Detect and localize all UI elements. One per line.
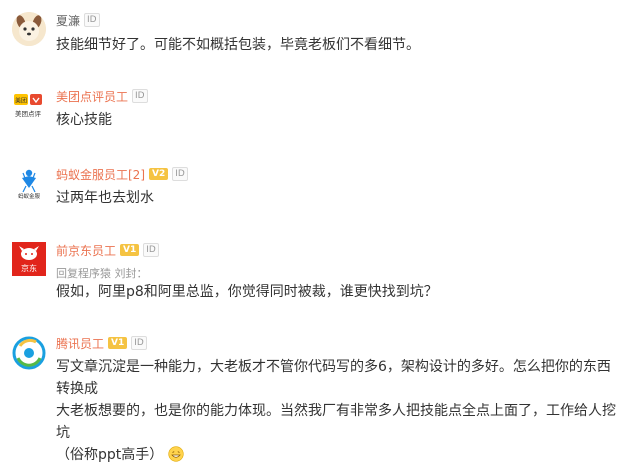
comment-text: 过两年也去划水 xyxy=(56,190,154,206)
comment-item: 美团 美团点评 美团点评员工 ID 核心技能 xyxy=(0,82,640,152)
comment-text-line: 写文章沉淀是一种能力，大老板才不管你代码写的多6，架构设计的多好。怎么把你的东西… xyxy=(56,359,611,397)
username[interactable]: 蚂蚁金服员工[2] xyxy=(56,166,145,183)
comment-text-line: （俗称ppt高手） xyxy=(56,444,622,466)
avatar[interactable]: 蚂蚁金服 xyxy=(12,166,46,200)
username[interactable]: 夏濂 xyxy=(56,12,80,29)
comment-text: 技能细节好了。可能不如概括包装，毕竟老板们不看细节。 xyxy=(56,37,420,53)
comment-item: 蚂蚁金服 蚂蚁金服员工[2] V2 ID 过两年也去划水 xyxy=(0,160,640,230)
svg-text:京东: 京东 xyxy=(21,263,37,273)
svg-text:蚂蚁金服: 蚂蚁金服 xyxy=(18,192,41,200)
id-badge[interactable]: ID xyxy=(84,13,100,27)
comment-item: 腾讯员工 V1 ID 写文章沉淀是一种能力，大老板才不管你代码写的多6，架构设计… xyxy=(0,330,640,463)
svg-text:美团: 美团 xyxy=(15,97,27,105)
ant-financial-logo-icon: 蚂蚁金服 xyxy=(18,169,41,200)
dog-face-icon xyxy=(12,12,46,46)
username[interactable]: 美团点评员工 xyxy=(56,88,128,105)
comment-text-line: 大老板想要的，也是你的能力体现。当然我厂有非常多人把技能点全点上面了，工作给人挖… xyxy=(56,403,616,441)
comment-text: 写文章沉淀是一种能力，大老板才不管你代码写的多6，架构设计的多好。怎么把你的东西… xyxy=(56,356,622,466)
comment-text: 核心技能 xyxy=(56,112,112,128)
username[interactable]: 腾讯员工 xyxy=(56,335,104,352)
id-badge[interactable]: ID xyxy=(131,336,147,350)
id-badge[interactable]: ID xyxy=(143,243,159,257)
vip-badge[interactable]: V2 xyxy=(149,168,169,180)
vip-badge[interactable]: V1 xyxy=(108,337,128,349)
reply-to-label[interactable]: 回复程序猿 刘封： xyxy=(56,265,148,281)
comment-item: 夏濂 ID 技能细节好了。可能不如概括包装，毕竟老板们不看细节。 xyxy=(0,0,640,72)
comment-text: 假如，阿里p8和阿里总监，你觉得同时被裁，谁更快找到坑？ xyxy=(56,284,438,300)
svg-text:美团点评: 美团点评 xyxy=(15,109,42,118)
avatar[interactable] xyxy=(12,336,46,370)
username[interactable]: 前京东员工 xyxy=(56,242,116,259)
comment-item: 京东 前京东员工 V1 ID 回复程序猿 刘封： 假如，阿里p8和阿里总监，你觉… xyxy=(0,236,640,322)
avatar[interactable]: 京东 xyxy=(12,242,46,276)
comment-text-line-content: （俗称ppt高手） xyxy=(56,447,164,463)
meituan-logo-icon: 美团 美团点评 xyxy=(14,94,42,118)
avatar[interactable] xyxy=(12,12,46,46)
avatar[interactable]: 美团 美团点评 xyxy=(12,90,46,124)
grin-emoji-icon xyxy=(168,446,184,462)
id-badge[interactable]: ID xyxy=(172,167,188,181)
vip-badge[interactable]: V1 xyxy=(120,244,140,256)
tencent-logo-icon xyxy=(12,336,46,370)
id-badge[interactable]: ID xyxy=(132,89,148,103)
jd-dog-logo-icon: 京东 xyxy=(12,242,46,276)
